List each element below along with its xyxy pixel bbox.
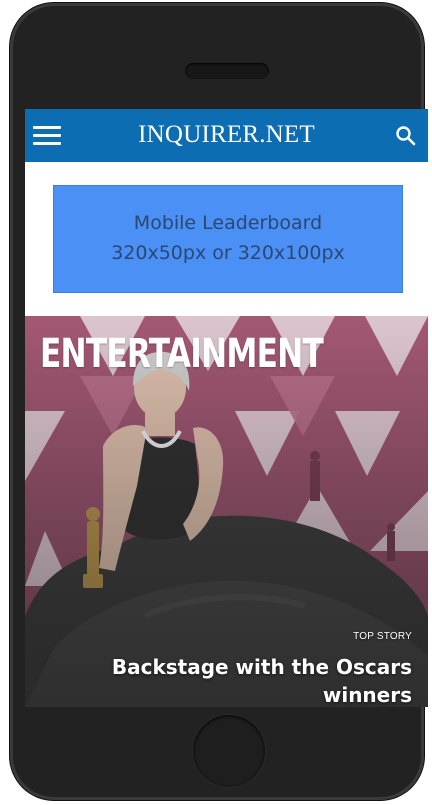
search-icon[interactable] — [395, 125, 417, 147]
top-story-card[interactable]: ENTERTAINMENT TOP STORY Backstage with t… — [25, 316, 428, 707]
phone-frame: INQUIRER.NET Mobile Leaderboard 320x50px… — [10, 3, 428, 800]
mobile-leaderboard-ad[interactable]: Mobile Leaderboard 320x50px or 320x100px — [53, 185, 403, 293]
ad-title: Mobile Leaderboard — [133, 212, 323, 234]
top-story-label: TOP STORY — [353, 631, 412, 642]
phone-speaker — [185, 63, 269, 79]
story-headline[interactable]: Backstage with the Oscars winners — [82, 653, 412, 707]
hamburger-menu-icon[interactable] — [33, 126, 61, 146]
phone-screen: INQUIRER.NET Mobile Leaderboard 320x50px… — [25, 109, 428, 707]
home-button[interactable] — [193, 715, 265, 787]
site-logo[interactable]: INQUIRER.NET — [25, 121, 428, 149]
ad-container: Mobile Leaderboard 320x50px or 320x100px — [25, 162, 428, 316]
site-header: INQUIRER.NET — [25, 109, 428, 162]
ad-size: 320x50px or 320x100px — [111, 242, 345, 264]
section-title: ENTERTAINMENT — [40, 331, 324, 377]
